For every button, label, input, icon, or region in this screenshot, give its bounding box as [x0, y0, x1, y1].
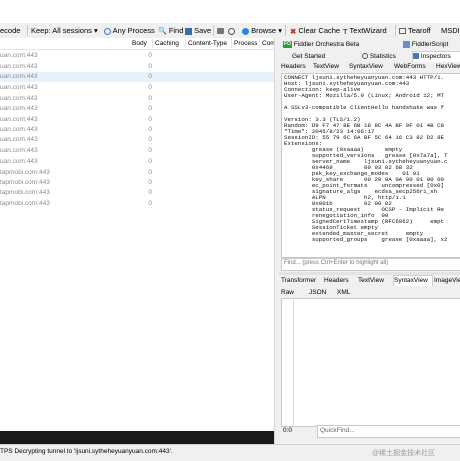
column-body[interactable]: Body: [130, 39, 147, 48]
tab-resp-syntaxview[interactable]: SyntaxView: [393, 275, 433, 286]
floppy-icon: [185, 27, 192, 35]
statistics-icon: [362, 53, 368, 60]
table-row[interactable]: tapmobi.com:443 0: [0, 168, 275, 178]
find-placeholder: Find... (press Ctrl+Enter to highlight a…: [284, 260, 389, 266]
tab-label: FiddlerScript: [411, 41, 449, 48]
tab-inspectors[interactable]: Inspectors: [412, 51, 460, 62]
binoculars-icon: 🔍: [158, 27, 167, 35]
line-col-indicator: 0:0: [283, 427, 293, 434]
table-row[interactable]: uan.com:443 0: [0, 157, 275, 167]
script-icon: [403, 40, 410, 48]
table-row[interactable]: tapmobi.com:443 0: [0, 199, 275, 209]
line-number-gutter: [281, 298, 294, 425]
textwizard-icon: T: [343, 26, 348, 36]
camera-icon: [217, 28, 224, 35]
tab-resp-raw[interactable]: Raw: [281, 288, 294, 298]
table-row[interactable]: uan.com:443 0: [0, 146, 275, 156]
tab-statistics[interactable]: Statistics: [362, 52, 396, 62]
session-list-header: Body Caching Content-Type Process Comme: [0, 38, 285, 50]
find-label: Find: [168, 26, 184, 35]
clear-cache-button[interactable]: ✖ Clear Cache: [290, 25, 340, 36]
toolbar-divider: [395, 25, 396, 36]
tearoff-icon: [399, 28, 406, 35]
tab-get-started[interactable]: Get Started: [292, 52, 325, 62]
browse-button[interactable]: Browse ▾: [242, 25, 282, 36]
tab-req-hexview[interactable]: HexView: [436, 62, 460, 72]
table-row[interactable]: uan.com:443 0: [0, 125, 275, 135]
tearoff-button[interactable]: Tearoff: [399, 25, 431, 36]
quickfind-input[interactable]: QuickFind...: [317, 425, 460, 438]
decode-button[interactable]: ecode: [0, 25, 20, 36]
quickexec-bar[interactable]: [0, 431, 274, 444]
toolbar-divider: [285, 25, 286, 36]
table-row[interactable]: uan.com:443 0: [0, 94, 275, 104]
tab-label: Inspectors: [420, 53, 451, 60]
column-caching[interactable]: Caching: [152, 39, 179, 48]
tab-req-syntaxview[interactable]: SyntaxView: [349, 62, 383, 72]
table-row[interactable]: uan.com:443 0: [0, 62, 275, 72]
clear-cache-icon: ✖: [290, 26, 297, 36]
watermark: @稀土掘金技术社区: [372, 450, 436, 457]
any-process-button[interactable]: Any Process: [104, 25, 155, 36]
tab-resp-textview[interactable]: TextView: [358, 276, 384, 286]
keep-sessions-label: Keep: All sessions: [31, 26, 92, 35]
response-syntax-view[interactable]: [281, 298, 460, 427]
request-line: supported_groups grease [0xaaaa], x2: [284, 236, 448, 243]
tab-fiddler-orchestra[interactable]: FO Fiddler Orchestra Beta: [283, 40, 359, 50]
status-text: TPS Decrypting tunnel to 'ljsuni.sythehe…: [0, 448, 173, 455]
tearoff-label: Tearoff: [407, 26, 431, 35]
table-row[interactable]: uan.com:443 0: [0, 51, 275, 61]
timer-button[interactable]: [228, 25, 235, 36]
table-row[interactable]: tapmobi.com:443 0: [0, 188, 275, 198]
chevron-down-icon: ▾: [278, 26, 282, 35]
tab-label: Statistics: [369, 53, 396, 60]
table-row[interactable]: tapmobi.com:443 0: [0, 178, 275, 188]
request-line: User-Agent: Mozilla/5.0 (Linux; Android …: [284, 92, 445, 99]
table-row[interactable]: uan.com:443 0: [0, 83, 275, 93]
tab-req-headers[interactable]: Headers: [281, 62, 309, 72]
table-row[interactable]: uan.com:443 0: [0, 72, 275, 82]
textwizard-button[interactable]: T TextWizard: [343, 25, 387, 36]
status-bar: TPS Decrypting tunnel to 'ljsuni.sythehe…: [0, 444, 460, 461]
tab-fiddlerscript[interactable]: FiddlerScript: [403, 40, 448, 50]
request-text-view[interactable]: CONNECT ljsuni.sytheheyuanyuan.com:443 H…: [281, 73, 460, 258]
screenshot-button[interactable]: [217, 25, 224, 36]
save-label: Save: [194, 26, 212, 35]
tab-resp-headers[interactable]: Headers: [324, 276, 349, 286]
toolbar: ecode Keep: All sessions ▾ Any Process 🔍…: [0, 23, 460, 39]
table-row[interactable]: uan.com:443 0: [0, 135, 275, 145]
tab-label: Fiddler Orchestra Beta: [293, 41, 360, 48]
save-button[interactable]: Save: [185, 25, 211, 36]
keep-sessions-dropdown[interactable]: Keep: All sessions ▾: [31, 25, 98, 36]
crosshair-icon: [104, 27, 111, 35]
quickfind-placeholder: QuickFind...: [320, 427, 355, 434]
tab-resp-xml[interactable]: XML: [337, 288, 350, 298]
table-row[interactable]: uan.com:443 0: [0, 115, 275, 125]
tab-req-textview[interactable]: TextView: [313, 62, 339, 72]
column-process[interactable]: Process: [231, 39, 257, 48]
tab-req-webforms[interactable]: WebForms: [394, 62, 426, 72]
find-button[interactable]: 🔍 Find: [158, 25, 183, 36]
toolbar-divider: [27, 25, 28, 36]
msdn-search[interactable]: MSDI: [441, 25, 460, 36]
tab-resp-imageview[interactable]: ImageView: [434, 276, 460, 286]
request-line: A SSLv3-compatible ClientHello handshake…: [284, 104, 445, 111]
clear-cache-label: Clear Cache: [298, 26, 341, 35]
clock-icon: [228, 27, 235, 35]
inspectors-icon: [413, 53, 419, 60]
find-input[interactable]: Find... (press Ctrl+Enter to highlight a…: [281, 258, 460, 271]
tab-resp-transformer[interactable]: Transformer: [281, 276, 316, 286]
table-row[interactable]: uan.com:443 0: [0, 104, 275, 114]
browse-label: Browse: [251, 26, 277, 35]
textwizard-label: TextWizard: [349, 26, 387, 35]
toolbar-divider: [213, 25, 214, 36]
chevron-down-icon: ▾: [93, 26, 98, 35]
orchestra-icon: FO: [283, 40, 292, 48]
globe-icon: [242, 27, 249, 35]
tab-resp-json[interactable]: JSON: [309, 288, 326, 298]
column-content-type[interactable]: Content-Type: [185, 39, 227, 48]
any-process-label: Any Process: [112, 26, 155, 35]
msdn-label: MSDI: [441, 26, 460, 35]
